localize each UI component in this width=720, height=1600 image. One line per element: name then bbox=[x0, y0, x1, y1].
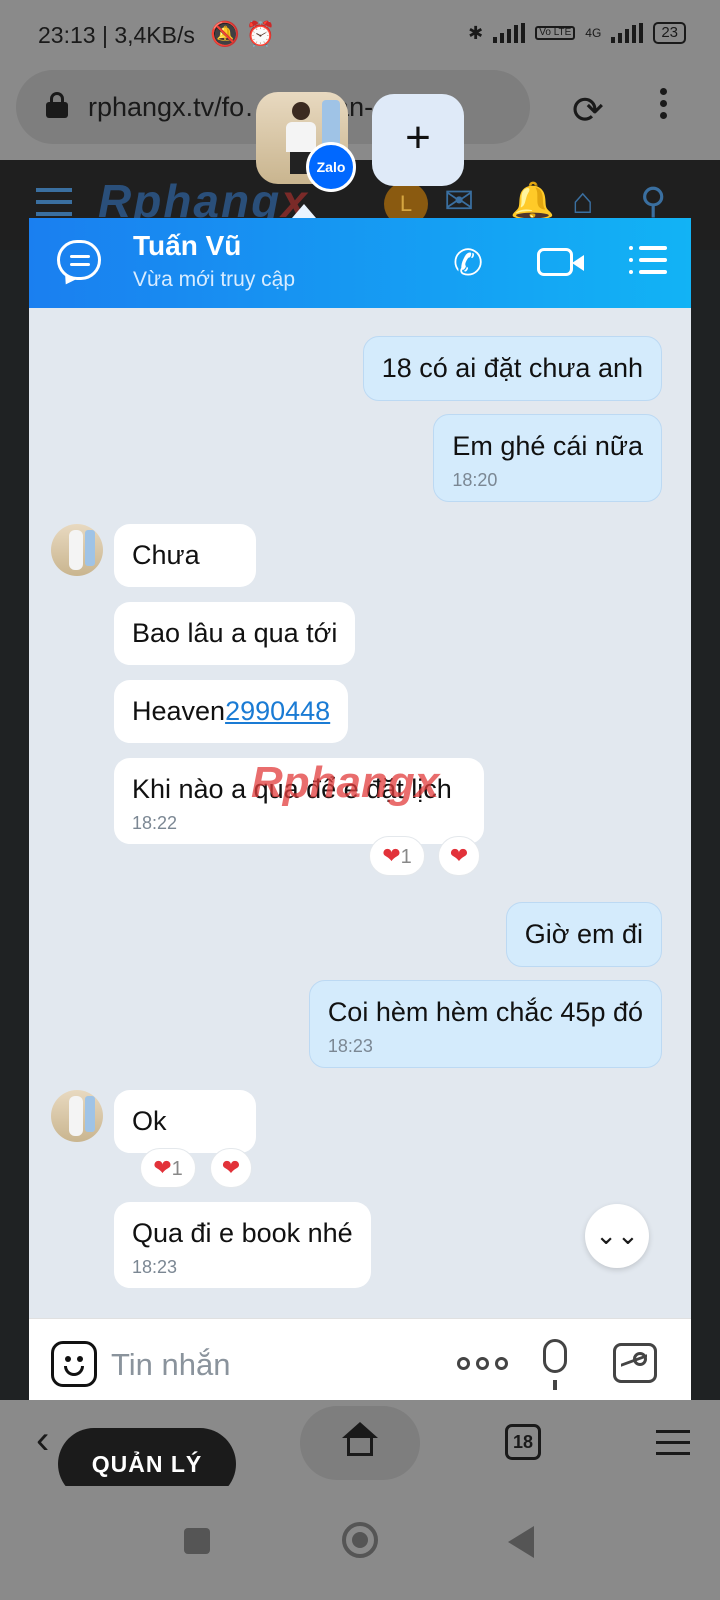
chat-bubble-icon[interactable] bbox=[57, 240, 101, 280]
status-time: 23:13 | 3,4KB/s bbox=[38, 22, 195, 48]
message-bubble-received[interactable]: Qua đi e book nhé 18:23 bbox=[114, 1202, 371, 1288]
status-bar: 23:13 | 3,4KB/s 🔕⏰ ✱ Vo LTE 4G 23 bbox=[0, 0, 720, 70]
message-list[interactable]: 18 có ai đặt chưa anh Em ghé cái nữa 18:2… bbox=[29, 308, 691, 1318]
reaction-summary[interactable]: ❤1 bbox=[140, 1148, 196, 1188]
store-icon[interactable]: ⌂ bbox=[572, 180, 594, 222]
heart-icon: ❤ bbox=[449, 843, 469, 868]
network-type-icon: 4G bbox=[585, 26, 602, 40]
recents-icon[interactable] bbox=[184, 1528, 210, 1554]
contact-name[interactable]: Tuấn Vũ bbox=[133, 230, 241, 262]
back-nav-icon[interactable] bbox=[508, 1526, 534, 1558]
message-timestamp: 18:23 bbox=[132, 1257, 178, 1277]
more-options-icon[interactable] bbox=[660, 88, 668, 124]
phone-call-icon[interactable]: ✆ bbox=[453, 242, 483, 284]
message-composer bbox=[29, 1318, 691, 1410]
battery-icon: 23 bbox=[653, 22, 686, 44]
heart-react-button[interactable]: ❤ bbox=[210, 1148, 252, 1188]
menu-icon[interactable] bbox=[656, 1430, 690, 1463]
video-call-icon[interactable] bbox=[537, 248, 584, 276]
volte-icon: Vo LTE bbox=[535, 26, 576, 40]
message-bubble-sent[interactable]: Giờ em đi bbox=[505, 902, 662, 967]
chat-window: Tuấn Vũ Vừa mới truy cập ✆ 18 có ai đặt … bbox=[29, 218, 691, 1410]
browser-toolbar: rphangx.tv/fo…dia…an-c ⟳ bbox=[0, 70, 720, 160]
home-nav-icon[interactable] bbox=[342, 1522, 378, 1558]
tab-switcher-button[interactable]: 18 bbox=[505, 1424, 541, 1460]
status-icons: ✱ Vo LTE 4G 23 bbox=[468, 22, 686, 44]
message-bubble-sent[interactable]: 18 có ai đặt chưa anh bbox=[362, 336, 662, 401]
scroll-to-bottom-button[interactable]: ⌄⌄ bbox=[585, 1204, 649, 1268]
lock-icon bbox=[46, 92, 68, 118]
contact-status: Vừa mới truy cập bbox=[133, 268, 296, 291]
message-bubble-sent[interactable]: Em ghé cái nữa 18:20 bbox=[433, 414, 662, 502]
heart-icon: ❤ bbox=[382, 843, 401, 868]
mute-alarm-icons: 🔕⏰ bbox=[210, 21, 282, 48]
zalo-badge-icon: Zalo bbox=[306, 142, 356, 192]
heart-icon: ❤ bbox=[153, 1155, 172, 1180]
message-bubble-received[interactable]: Chưa bbox=[114, 524, 256, 587]
heart-icon: ❤ bbox=[221, 1155, 241, 1180]
mail-icon[interactable]: ✉ bbox=[444, 180, 474, 222]
image-icon[interactable] bbox=[613, 1343, 657, 1383]
signal-icon-2 bbox=[611, 23, 644, 43]
message-bubble-received[interactable]: Heaven2990448 bbox=[114, 680, 349, 743]
message-input[interactable] bbox=[111, 1345, 441, 1385]
signal-icon bbox=[493, 23, 526, 43]
phone-number-link[interactable]: 2990448 bbox=[225, 696, 330, 726]
message-bubble-received[interactable]: Bao lâu a qua tới bbox=[114, 602, 356, 665]
home-icon[interactable] bbox=[342, 1422, 378, 1456]
more-options-icon[interactable] bbox=[457, 1357, 508, 1370]
message-timestamp: 18:20 bbox=[452, 470, 498, 490]
message-bubble-received[interactable]: Ok bbox=[114, 1090, 256, 1153]
contact-avatar[interactable] bbox=[51, 1090, 103, 1142]
add-chat-head-button[interactable]: + bbox=[372, 94, 464, 186]
search-icon[interactable]: ⚲ bbox=[640, 180, 666, 222]
back-icon[interactable]: ‹ bbox=[36, 1418, 49, 1463]
chevron-down-icon: ⌄⌄ bbox=[595, 1220, 639, 1250]
reload-icon[interactable]: ⟳ bbox=[572, 88, 604, 133]
chat-head-pointer bbox=[292, 204, 316, 218]
heart-react-button[interactable]: ❤ bbox=[438, 836, 480, 876]
message-bubble-sent[interactable]: Coi hèm hèm chắc 45p đó 18:23 bbox=[308, 980, 662, 1068]
microphone-icon[interactable] bbox=[543, 1339, 567, 1390]
bluetooth-icon: ✱ bbox=[468, 22, 484, 43]
emoji-icon[interactable] bbox=[51, 1341, 97, 1387]
system-navigation-bar bbox=[0, 1486, 720, 1600]
watermark-logo: Rphangx bbox=[251, 758, 440, 807]
message-timestamp: 18:23 bbox=[327, 1036, 373, 1056]
chat-header: Tuấn Vũ Vừa mới truy cập ✆ bbox=[29, 218, 691, 308]
chat-menu-icon[interactable] bbox=[629, 246, 667, 282]
message-timestamp: 18:22 bbox=[132, 813, 178, 833]
reaction-summary[interactable]: ❤1 bbox=[369, 836, 425, 876]
bell-icon[interactable]: 🔔 bbox=[510, 180, 555, 222]
contact-avatar[interactable] bbox=[51, 524, 103, 576]
